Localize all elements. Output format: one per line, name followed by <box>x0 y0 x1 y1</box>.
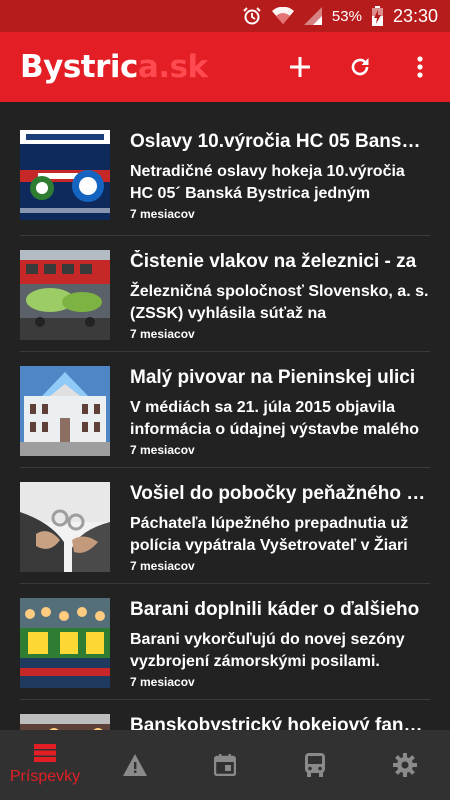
posts-feed[interactable]: Oslavy 10.výročia HC 05 Banská Bystrica … <box>0 102 450 730</box>
tab-posts-label: Príspevky <box>9 768 81 785</box>
post-time: 7 mesiacov <box>130 207 195 221</box>
battery-charging-icon <box>371 6 383 26</box>
more-options-button[interactable] <box>390 32 450 102</box>
post-thumbnail <box>20 366 110 456</box>
list-icon <box>34 744 56 762</box>
tab-events[interactable] <box>180 730 270 800</box>
refresh-icon <box>351 58 369 76</box>
post-thumbnail <box>20 598 110 688</box>
alarm-icon <box>242 6 262 26</box>
post-title: Barani doplnili káder o ďalšieho <box>130 599 420 620</box>
post-title: Oslavy 10.výročia HC 05 Banská Bystrica <box>130 131 430 152</box>
logo-tail-text: a.sk <box>137 49 208 85</box>
post-title: Malý pivovar na Pieninskej ulici <box>130 367 416 388</box>
post-time: 7 mesiacov <box>130 675 195 689</box>
tab-transport[interactable] <box>270 730 360 800</box>
plus-icon <box>290 57 310 77</box>
post-time: 7 mesiacov <box>130 327 195 341</box>
battery-percent: 53% <box>331 7 362 25</box>
clock: 23:30 <box>392 5 438 26</box>
list-item[interactable]: Oslavy 10.výročia HC 05 Banská Bystrica … <box>20 102 430 236</box>
post-description: Barani vykorčuľujú do novej sezóny vyzbr… <box>130 631 405 670</box>
post-time: 7 mesiacov <box>130 443 195 457</box>
list-item[interactable]: Banskobystrický hokejový fanklub <box>20 700 430 730</box>
tab-warnings[interactable] <box>90 730 180 800</box>
list-item[interactable]: Malý pivovar na Pieninskej ulici V médiá… <box>20 352 430 468</box>
calendar-icon <box>214 754 236 776</box>
logo-main-text: Bystric <box>20 49 138 85</box>
post-description: Páchateľa lúpežného prepadnutia už políc… <box>130 515 409 554</box>
tab-posts[interactable]: Príspevky <box>0 730 90 800</box>
bottom-navigation: Príspevky <box>0 730 450 800</box>
status-bar: 53% 23:30 <box>0 0 450 32</box>
post-description: Netradičné oslavy hokeja 10.výročia HC 0… <box>130 163 405 202</box>
app-bar: Bystric a.sk <box>0 32 450 102</box>
post-description: Železničná spoločnosť Slovensko, a. s. (… <box>130 283 429 322</box>
post-time: 7 mesiacov <box>130 559 195 573</box>
list-item[interactable]: Čistenie vlakov na železnici - za Železn… <box>20 236 430 352</box>
gear-icon <box>393 753 417 777</box>
post-title: Vošiel do pobočky peňažného ústavu <box>130 483 430 504</box>
app-bar-actions <box>270 32 450 102</box>
post-thumbnail <box>20 482 110 572</box>
list-item[interactable]: Vošiel do pobočky peňažného ústavu Pácha… <box>20 468 430 584</box>
bus-icon <box>305 753 325 777</box>
post-thumbnail <box>20 714 110 730</box>
wifi-icon <box>271 7 294 25</box>
app-logo[interactable]: Bystric a.sk <box>20 49 208 85</box>
refresh-button[interactable] <box>330 32 390 102</box>
tab-settings[interactable] <box>360 730 450 800</box>
post-title: Banskobystrický hokejový fanklub <box>130 715 430 730</box>
list-item[interactable]: Barani doplnili káder o ďalšieho Barani … <box>20 584 430 700</box>
add-button[interactable] <box>270 32 330 102</box>
post-thumbnail <box>20 130 110 220</box>
warning-icon <box>123 754 147 776</box>
signal-icon <box>303 7 322 25</box>
more-vert-icon <box>417 56 423 78</box>
post-title: Čistenie vlakov na železnici - za <box>130 251 417 272</box>
post-thumbnail <box>20 250 110 340</box>
post-description: V médiách sa 21. júla 2015 objavila info… <box>130 399 419 438</box>
